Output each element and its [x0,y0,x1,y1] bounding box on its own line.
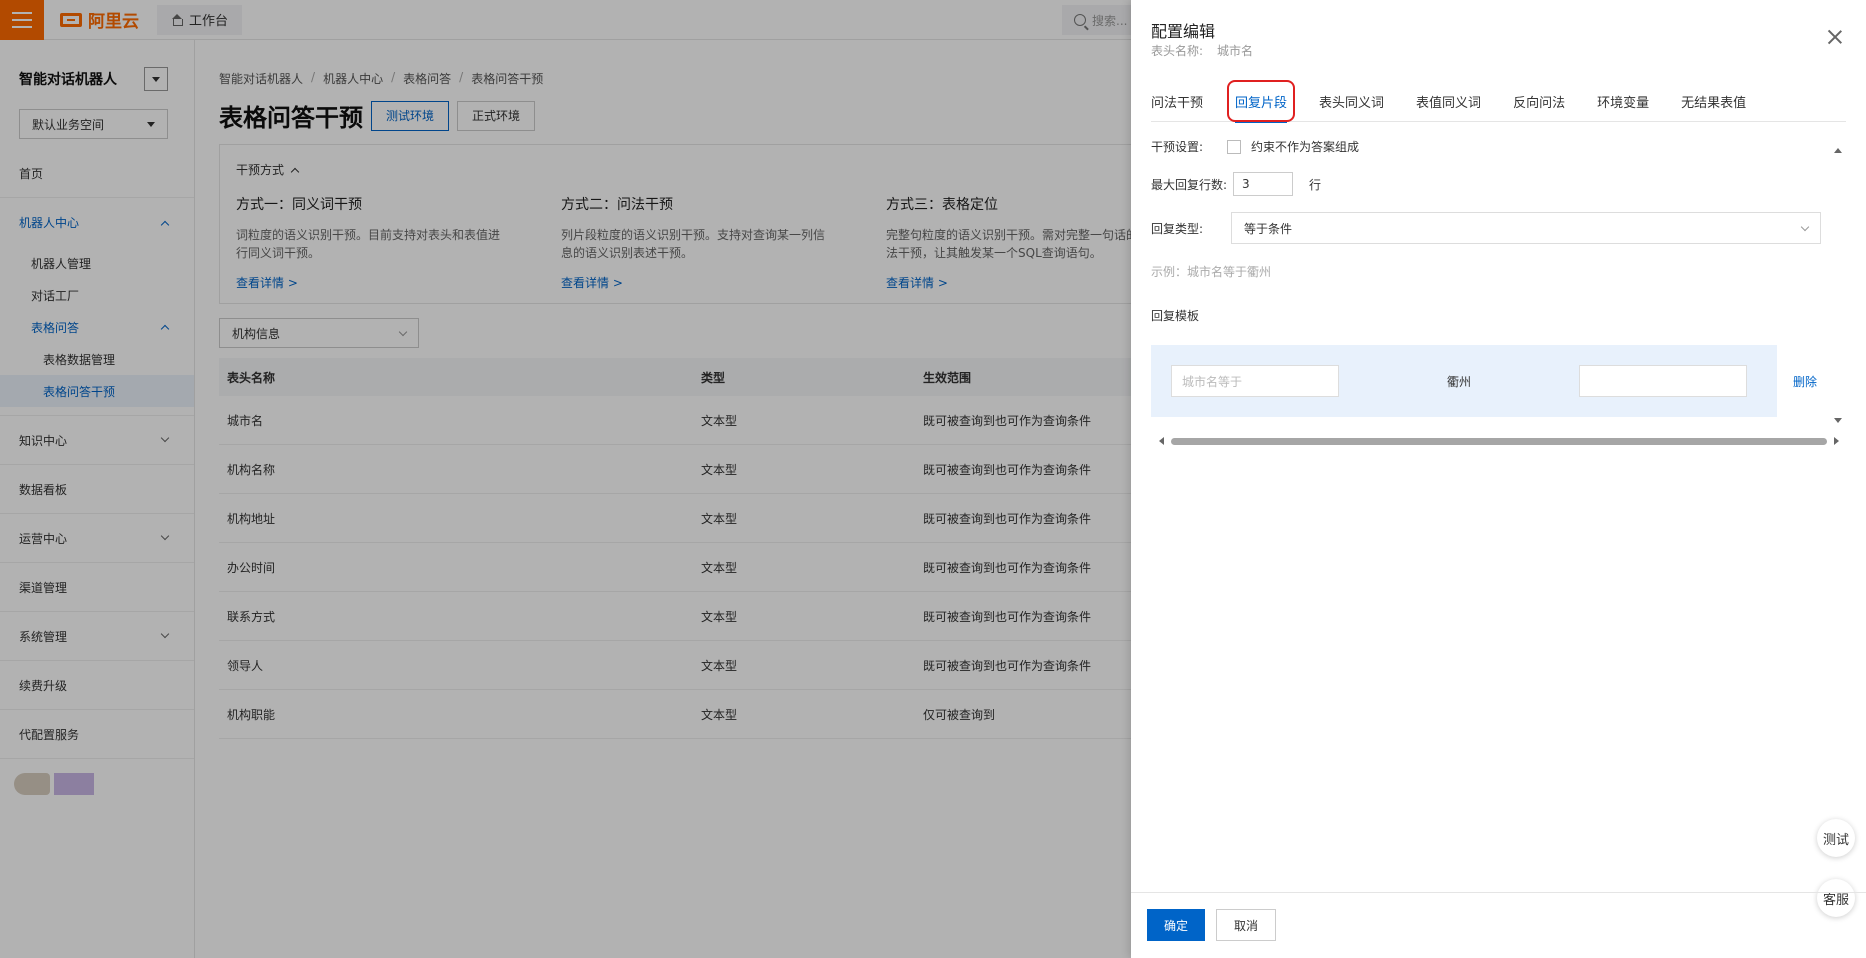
reply-type-select[interactable]: 等于条件 [1231,212,1822,244]
header-name-label: 表头名称: [1151,44,1204,58]
drawer-subtitle: 表头名称: 城市名 [1151,42,1253,59]
max-lines-input[interactable]: 3 [1233,172,1294,196]
scroll-left-arrow-icon[interactable] [1159,437,1164,445]
reply-type-row: 回复类型: 等于条件 [1151,212,1822,244]
scroll-up-arrow-icon[interactable] [1834,148,1842,153]
template-value-text: 衢州 [1446,374,1471,389]
delete-template-link[interactable]: 删除 [1793,373,1817,390]
reply-example: 示例：城市名等于衢州 [1151,265,1272,279]
active-tab-highlight [1227,80,1296,122]
reply-template-label: 回复模板 [1151,309,1200,323]
tab-value-synonym[interactable]: 表值同义词 [1416,80,1481,122]
close-icon[interactable] [1828,30,1842,44]
reply-template-row: 城市名等于 衢州 [1151,345,1777,417]
template-suffix-input[interactable] [1579,365,1747,397]
constraint-label[interactable]: 约束不作为答案组成 [1251,138,1359,155]
chevron-down-icon [1800,222,1810,231]
max-lines-label: 最大回复行数: [1151,177,1228,192]
tab-env-variable[interactable]: 环境变量 [1597,80,1649,122]
horizontal-scrollbar[interactable] [1159,436,1839,446]
tab-header-synonym[interactable]: 表头同义词 [1319,80,1384,122]
reply-type-label: 回复类型: [1151,221,1204,236]
tab-question-intervene[interactable]: 问法干预 [1151,80,1203,122]
confirm-button[interactable]: 确定 [1147,909,1205,941]
intervene-setting-row: 干预设置: 约束不作为答案组成 [1151,138,1359,155]
constraint-checkbox[interactable] [1227,139,1242,154]
cancel-button[interactable]: 取消 [1216,909,1276,941]
reply-type-value: 等于条件 [1244,221,1293,236]
float-test-button[interactable]: 测试 [1817,819,1855,857]
template-prefix-input[interactable]: 城市名等于 [1171,365,1339,397]
scroll-right-arrow-icon[interactable] [1834,437,1839,445]
modal-overlay[interactable] [0,0,1131,958]
config-edit-drawer: 配置编辑 表头名称: 城市名 问法干预 回复片段 表头同义词 表值同义词 反向问… [1131,0,1866,958]
header-name-value: 城市名 [1217,44,1254,58]
drawer-footer: 确定 取消 [1131,892,1866,958]
scroll-down-arrow-icon[interactable] [1834,418,1842,423]
intervene-setting-label: 干预设置: [1151,140,1204,154]
max-lines-unit: 行 [1309,177,1322,192]
max-lines-row: 最大回复行数: 3 行 [1151,172,1321,196]
tab-no-result-value[interactable]: 无结果表值 [1681,80,1746,122]
tab-reverse-question[interactable]: 反向问法 [1513,80,1565,122]
scrollbar-thumb[interactable] [1171,438,1827,445]
drawer-title: 配置编辑 [1151,22,1216,41]
